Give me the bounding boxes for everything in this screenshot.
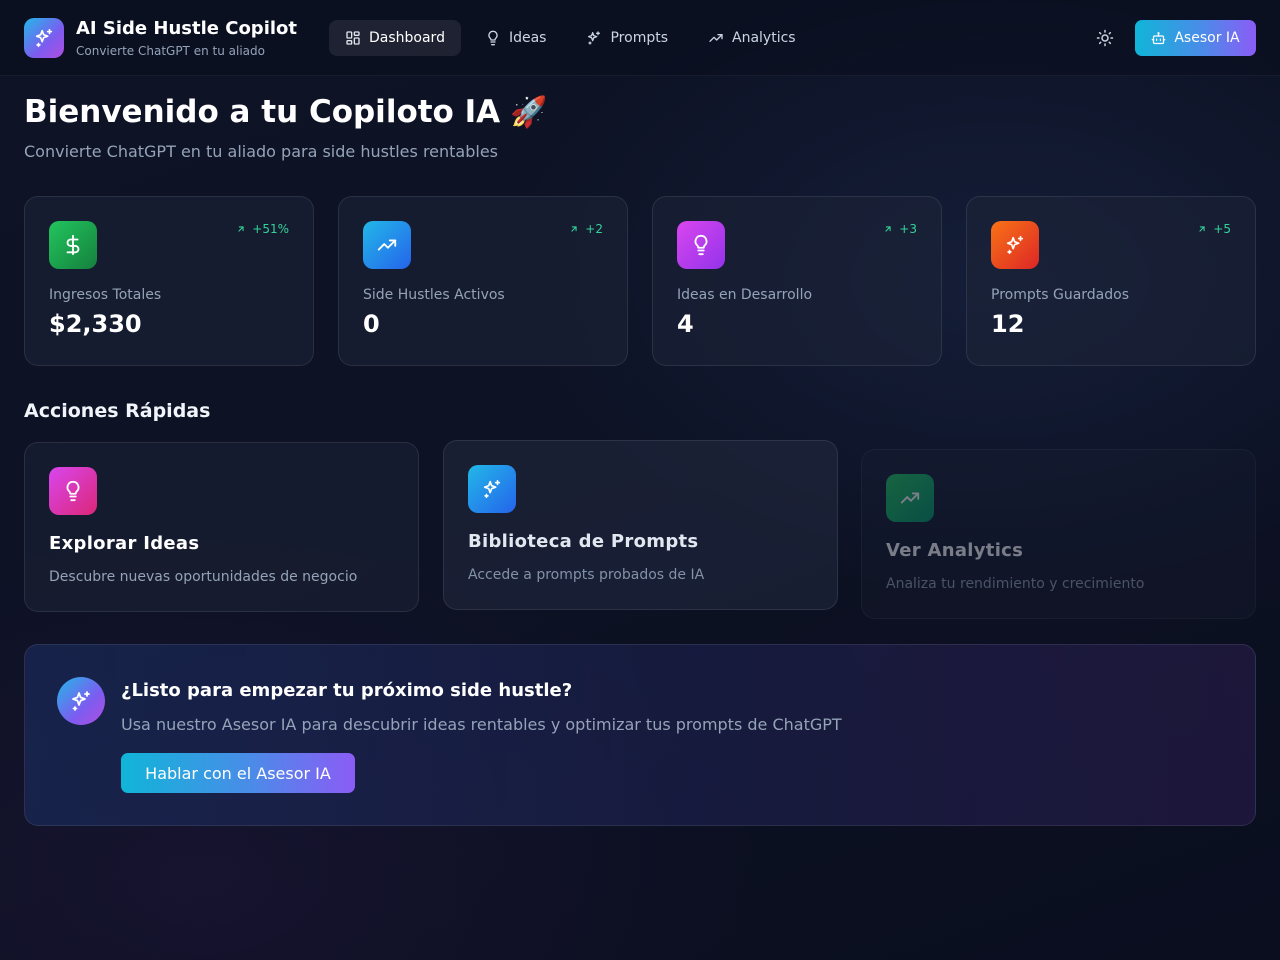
stat-value: 0 [363, 310, 380, 338]
trending-up-icon [886, 474, 934, 522]
lightbulb-icon [677, 221, 725, 269]
page-title: Bienvenido a tu Copiloto IA 🚀 [24, 94, 548, 130]
bot-icon [1151, 31, 1166, 46]
view-analytics-card[interactable]: Ver Analytics Analiza tu rendimiento y c… [861, 449, 1256, 619]
stat-change-value: +51% [252, 222, 289, 236]
page-title-text: Bienvenido a tu Copiloto IA [24, 94, 501, 130]
lightbulb-icon [485, 30, 501, 46]
stat-card-active-hustles: +2 Side Hustles Activos 0 [338, 196, 628, 366]
action-title: Biblioteca de Prompts [468, 531, 699, 552]
stat-change: +2 [569, 222, 603, 236]
arrow-up-right-icon [569, 224, 579, 234]
explore-ideas-card[interactable]: Explorar Ideas Descubre nuevas oportunid… [24, 442, 419, 612]
cta-banner: ¿Listo para empezar tu próximo side hust… [24, 644, 1256, 826]
stat-change-value: +3 [899, 222, 917, 236]
stat-change: +51% [236, 222, 289, 236]
arrow-up-right-icon [236, 224, 246, 234]
stat-label: Prompts Guardados [991, 287, 1129, 303]
lightbulb-icon [49, 467, 97, 515]
action-title: Ver Analytics [886, 540, 1024, 561]
nav-dashboard[interactable]: Dashboard [329, 20, 461, 56]
prompt-library-card[interactable]: Biblioteca de Prompts Accede a prompts p… [443, 440, 838, 610]
stat-card-income: +51% Ingresos Totales $2,330 [24, 196, 314, 366]
stat-card-ideas: +3 Ideas en Desarrollo 4 [652, 196, 942, 366]
action-description: Descubre nuevas oportunidades de negocio [49, 569, 358, 585]
theme-toggle-button[interactable] [1091, 24, 1119, 52]
action-title: Explorar Ideas [49, 533, 200, 554]
action-description: Accede a prompts probados de IA [468, 567, 705, 583]
stat-change: +3 [883, 222, 917, 236]
talk-to-advisor-button[interactable]: Hablar con el Asesor IA [121, 753, 355, 793]
stat-card-prompts: +5 Prompts Guardados 12 [966, 196, 1256, 366]
arrow-up-right-icon [883, 224, 893, 234]
nav-prompts[interactable]: Prompts [570, 20, 684, 56]
sparkles-icon [991, 221, 1039, 269]
sparkles-icon [33, 27, 55, 49]
trending-up-icon [708, 30, 724, 46]
main-nav: Dashboard Ideas Prompts Analytics [329, 20, 812, 56]
cta-title: ¿Listo para empezar tu próximo side hust… [121, 680, 573, 701]
trending-up-icon [363, 221, 411, 269]
nav-prompts-label: Prompts [610, 30, 669, 46]
stat-value: $2,330 [49, 310, 142, 338]
stat-value: 4 [677, 310, 694, 338]
page-subtitle: Convierte ChatGPT en tu aliado para side… [24, 142, 499, 161]
stat-change: +5 [1197, 222, 1231, 236]
rocket-emoji: 🚀 [510, 94, 548, 130]
dollar-icon [49, 221, 97, 269]
nav-ideas[interactable]: Ideas [469, 20, 563, 56]
app-title: AI Side Hustle Copilot [76, 18, 298, 39]
nav-analytics[interactable]: Analytics [692, 20, 812, 56]
stat-label: Ingresos Totales [49, 287, 162, 303]
stat-change-value: +5 [1213, 222, 1231, 236]
stat-label: Ideas en Desarrollo [677, 287, 813, 303]
nav-ideas-label: Ideas [508, 30, 547, 46]
nav-dashboard-label: Dashboard [369, 30, 445, 46]
sparkles-icon [57, 677, 105, 725]
stat-change-value: +2 [585, 222, 603, 236]
app-subtitle: Convierte ChatGPT en tu aliado [76, 44, 265, 58]
sun-icon [1096, 29, 1114, 47]
cta-description: Usa nuestro Asesor IA para descubrir ide… [121, 715, 842, 734]
sparkles-icon [586, 30, 602, 46]
action-description: Analiza tu rendimiento y crecimiento [886, 576, 1145, 592]
ai-advisor-label: Asesor IA [1174, 30, 1240, 46]
arrow-up-right-icon [1197, 224, 1207, 234]
sparkles-icon [468, 465, 516, 513]
stat-value: 12 [991, 310, 1025, 338]
top-navbar: AI Side Hustle Copilot Convierte ChatGPT… [0, 0, 1280, 76]
layout-grid-icon [345, 30, 361, 46]
ai-advisor-button[interactable]: Asesor IA [1135, 20, 1256, 56]
nav-analytics-label: Analytics [732, 30, 796, 46]
logo[interactable] [24, 18, 64, 58]
stat-label: Side Hustles Activos [363, 287, 505, 303]
quick-actions-title: Acciones Rápidas [24, 400, 211, 422]
